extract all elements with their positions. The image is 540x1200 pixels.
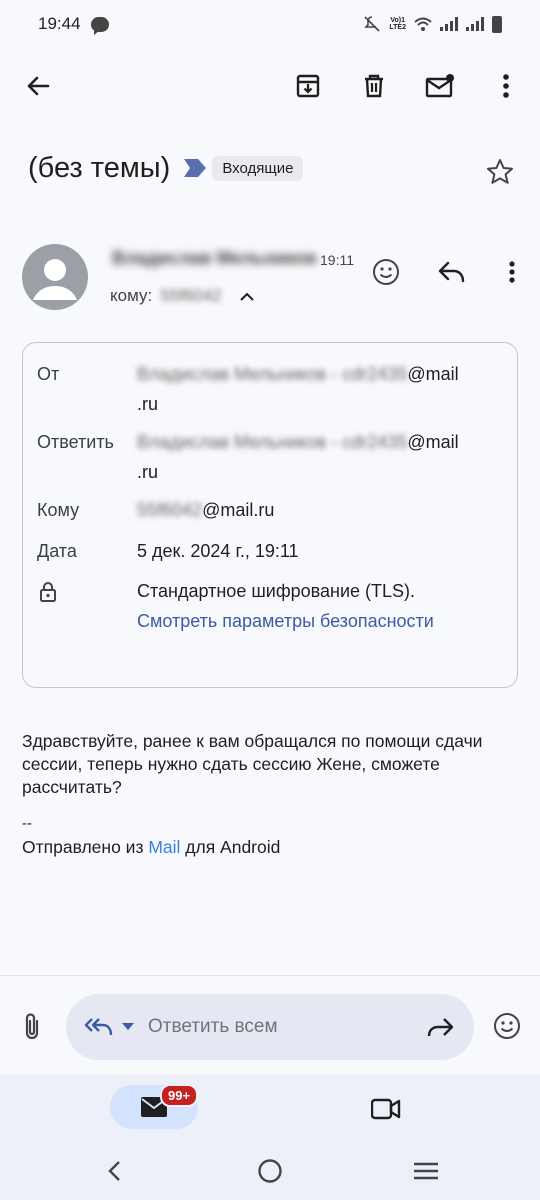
mail-app-link[interactable]: Mail: [148, 837, 180, 857]
detail-reply-label: Ответить: [37, 432, 114, 452]
reply-emoji-button[interactable]: [483, 1002, 531, 1050]
person-icon: [33, 259, 77, 300]
smiley-icon: [373, 259, 399, 285]
home-circle-icon: [258, 1159, 282, 1183]
smiley-icon: [494, 1013, 520, 1039]
system-back-button[interactable]: [90, 1147, 138, 1195]
detail-security-value: Стандартное шифрование (TLS). Смотреть п…: [137, 576, 503, 636]
lock-icon: [40, 582, 56, 602]
chat-notification-icon: [90, 16, 109, 35]
detail-date-row: Дата 5 дек. 2024 г., 19:11: [37, 536, 503, 566]
chevron-left-icon: [108, 1161, 120, 1181]
detail-to-label: Кому: [37, 500, 80, 520]
message-body: Здравствуйте, ранее к вам обращался по п…: [22, 731, 483, 797]
delete-button[interactable]: [350, 62, 398, 110]
signal-2-icon: [466, 17, 484, 31]
dropdown-arrow-icon: [122, 1023, 134, 1030]
detail-to-value[interactable]: 55f6042@mail.ru: [137, 495, 503, 525]
to-address-masked: 55f6042: [160, 286, 222, 305]
signal-1-icon: [440, 17, 458, 31]
arrow-back-icon: [27, 76, 50, 96]
toolbar: [0, 62, 540, 118]
detail-date-label: Дата: [37, 541, 77, 561]
star-button[interactable]: [476, 148, 524, 196]
reply-button[interactable]: [428, 248, 476, 296]
react-emoji-button[interactable]: [362, 248, 410, 296]
subject-row: (без темы) Входящие: [28, 146, 520, 190]
system-recents-button[interactable]: [402, 1147, 450, 1195]
system-home-button[interactable]: [246, 1147, 294, 1195]
message-details-card: От Владислав Мельников - cdr2435@mail .r…: [22, 342, 518, 688]
signature-line: Отправлено из Mail для Android: [22, 837, 281, 857]
chevron-up-icon: [239, 292, 254, 301]
archive-button[interactable]: [284, 62, 332, 110]
nav-meet-tab[interactable]: [362, 1085, 410, 1133]
detail-reply-value[interactable]: Владислав Мельников - cdr2435@mail .ru: [137, 427, 503, 487]
more-vert-icon: [503, 74, 509, 98]
mark-unread-icon: [425, 74, 454, 98]
unread-count-badge: 99+: [160, 1084, 199, 1107]
sender-name[interactable]: Владислав Мельников: [112, 248, 317, 269]
more-options-button[interactable]: [482, 62, 530, 110]
encryption-text: Стандартное шифрование (TLS).: [137, 581, 416, 601]
reply-icon: [438, 261, 465, 283]
star-icon: [487, 159, 513, 184]
security-settings-link[interactable]: Смотреть параметры безопасности: [137, 611, 434, 631]
subject-title: (без темы): [28, 151, 171, 184]
status-icons: Vo)1 LTE2: [363, 15, 502, 33]
detail-security-row: Стандартное шифрование (TLS). Смотреть п…: [37, 576, 503, 646]
status-time: 19:44: [38, 14, 81, 33]
reply-mode-dropdown[interactable]: [84, 1016, 134, 1038]
forward-button[interactable]: [416, 1003, 464, 1051]
archive-icon: [296, 74, 320, 98]
paperclip-icon: [25, 1013, 39, 1040]
volte-indicator: Vo)1 LTE2: [389, 17, 406, 31]
attach-button[interactable]: [8, 1002, 56, 1050]
detail-from-value[interactable]: Владислав Мельников - cdr2435@mail .ru: [137, 359, 503, 419]
bottom-navigation: 99+: [0, 1075, 540, 1143]
sender-row: Владислав Мельников 19:11 кому: 55f6042: [22, 244, 526, 314]
reply-all-input[interactable]: Ответить всем: [66, 994, 474, 1060]
reply-all-icon: [84, 1018, 113, 1036]
video-camera-icon: [371, 1098, 401, 1120]
detail-date-value: 5 дек. 2024 г., 19:11: [137, 541, 299, 561]
label-importance-icon: [184, 159, 207, 177]
mark-unread-button[interactable]: [416, 62, 464, 110]
forward-icon: [427, 1018, 454, 1037]
system-navigation: [0, 1143, 540, 1200]
trash-icon: [365, 74, 383, 98]
menu-lines-icon: [414, 1162, 438, 1180]
avatar[interactable]: [22, 244, 88, 310]
signature-separator: --: [22, 815, 32, 832]
message-time: 19:11: [320, 252, 354, 268]
mute-icon: [364, 16, 380, 32]
reply-bar: Ответить всем: [0, 975, 540, 1075]
detail-from-label: От: [37, 364, 60, 384]
recipients-toggle[interactable]: кому: 55f6042: [110, 286, 254, 306]
detail-reply-row: Ответить Владислав Мельников - cdr2435@m…: [37, 427, 503, 487]
back-button[interactable]: [14, 62, 62, 110]
detail-to-row: Кому 55f6042@mail.ru: [37, 495, 503, 525]
wifi-icon: [414, 17, 432, 31]
status-bar: 19:44 Vo)1 LTE2: [0, 0, 540, 48]
reply-placeholder: Ответить всем: [148, 1016, 278, 1037]
detail-from-row: От Владислав Мельников - cdr2435@mail .r…: [37, 359, 503, 419]
more-vert-icon: [509, 261, 515, 283]
inbox-label-chip[interactable]: Входящие: [212, 155, 304, 181]
message-more-button[interactable]: [488, 248, 536, 296]
to-prefix: кому:: [110, 286, 153, 305]
battery-icon: [492, 15, 502, 33]
